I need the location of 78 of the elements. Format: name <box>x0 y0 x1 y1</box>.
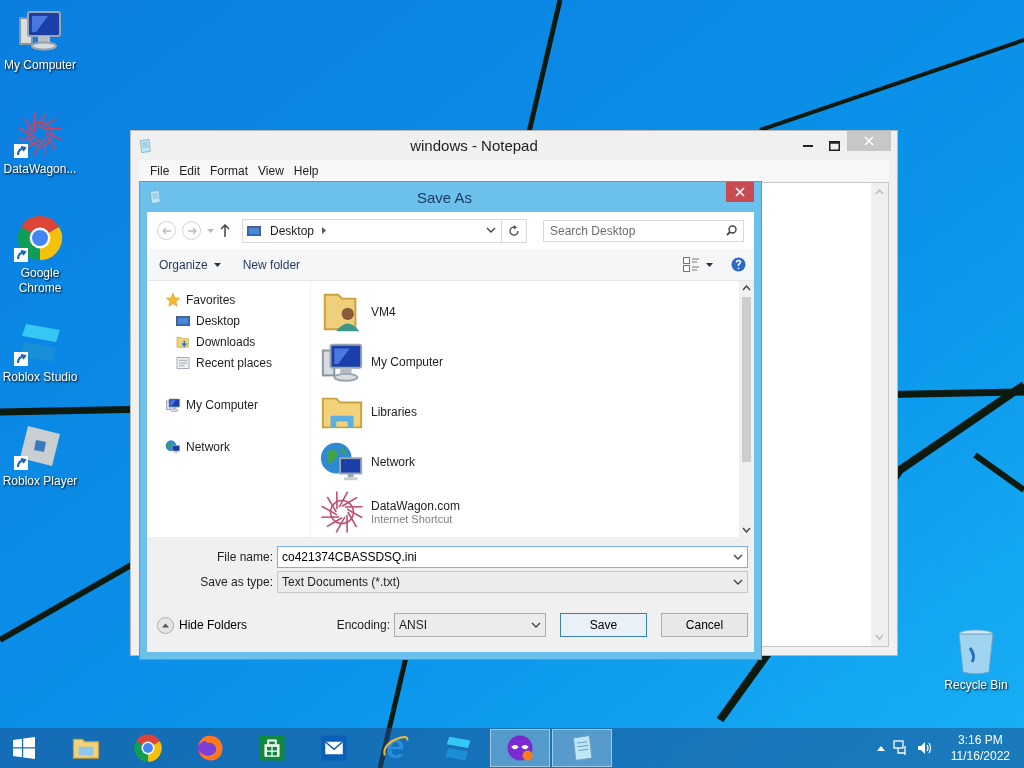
left-arrow-icon <box>161 226 172 235</box>
close-icon <box>864 136 874 146</box>
desktop-shortcut[interactable]: Roblox Player <box>0 422 80 526</box>
network-icon[interactable] <box>892 740 909 756</box>
collapse-icon <box>157 616 174 634</box>
address-bar[interactable]: Desktop <box>242 218 527 243</box>
mask-icon <box>505 733 535 763</box>
caret-icon[interactable] <box>876 745 885 751</box>
file-name-field[interactable]: co421374CBASSDSQ.ini <box>282 550 733 564</box>
maximize-icon <box>828 140 840 151</box>
starburst-icon <box>16 110 64 158</box>
minimize-icon <box>803 144 813 147</box>
scrollbar[interactable] <box>739 281 754 537</box>
organize-button[interactable]: Organize <box>155 254 225 275</box>
network-icon <box>165 438 181 455</box>
caret-icon <box>207 228 214 233</box>
menu-item[interactable]: File <box>145 162 175 180</box>
file-type-dropdown[interactable]: Text Documents (*.txt) <box>277 571 748 593</box>
nav-item[interactable]: My Computer <box>165 394 310 415</box>
nav-item[interactable]: Downloads <box>175 331 310 352</box>
help-icon[interactable] <box>731 257 746 272</box>
explorer-entry[interactable]: DataWagon.com Internet Shortcut <box>319 487 499 537</box>
file-name-combo[interactable]: co421374CBASSDSQ.ini <box>277 546 748 568</box>
field-label: Save as type: <box>199 575 274 589</box>
right-arrow-icon <box>186 226 197 235</box>
field-label: Encoding: <box>336 618 390 632</box>
explorer-entry[interactable]: Network <box>319 437 499 487</box>
explorer-entry[interactable]: VM4 <box>319 287 499 337</box>
desktop-shortcut[interactable]: DataWagon... <box>0 110 80 214</box>
cancel-button[interactable]: Cancel <box>661 613 748 637</box>
scrollbar[interactable] <box>871 183 888 646</box>
search-icon <box>726 225 737 236</box>
caret-icon <box>706 262 713 267</box>
menu-item[interactable]: Format <box>205 162 254 180</box>
nav-item[interactable]: Recent places <box>175 352 310 373</box>
speaker-icon[interactable] <box>916 740 933 756</box>
caret-icon <box>213 262 221 267</box>
four-panes-icon <box>13 737 35 759</box>
nav-item[interactable]: Favorites <box>165 289 310 310</box>
colored-ring-icon <box>16 214 64 262</box>
search-box[interactable]: Search Desktop <box>543 219 744 242</box>
taskbar-button[interactable] <box>490 729 550 767</box>
encoding-dropdown[interactable]: ANSI <box>394 613 546 637</box>
clock[interactable]: 3:16 PM 11/16/2022 <box>950 732 1010 764</box>
window-title: windows - Notepad <box>409 137 539 154</box>
explorer-entry[interactable]: Libraries <box>319 387 499 437</box>
desktop-shortcut[interactable]: Google Chrome <box>0 214 80 318</box>
menu-item[interactable]: View <box>253 162 289 180</box>
desktop-shortcut[interactable]: My Computer <box>0 6 80 110</box>
starburst-icon <box>319 489 365 535</box>
field-label: File name: <box>215 550 274 564</box>
up-arrow-icon[interactable] <box>220 224 230 237</box>
caret-icon <box>322 227 327 234</box>
star-icon <box>165 291 181 308</box>
fox-globe-icon <box>195 733 225 763</box>
close-icon <box>735 187 745 197</box>
recent-places-icon <box>175 354 191 371</box>
chevron-icon <box>531 621 541 629</box>
nav-item[interactable]: Desktop <box>175 310 310 331</box>
dialog-title: Save As <box>415 188 473 206</box>
chevron-icon <box>733 578 743 586</box>
hide-folders-button[interactable]: Hide Folders <box>157 616 248 634</box>
computer-icon <box>165 396 181 413</box>
close-button[interactable] <box>726 182 754 202</box>
explorer-entry[interactable]: My Computer <box>319 337 499 387</box>
nav-item[interactable]: Network <box>165 436 310 457</box>
menu-item[interactable]: Edit <box>174 162 206 180</box>
notepad-icon <box>137 137 153 154</box>
chevron-icon <box>486 227 496 234</box>
new-folder-button[interactable]: New folder <box>238 254 305 275</box>
refresh-icon[interactable] <box>508 224 520 237</box>
notepad-icon <box>147 189 163 205</box>
colored-ring-icon <box>133 733 163 763</box>
view-list-icon <box>683 257 700 272</box>
chevron-icon <box>733 553 743 561</box>
desktop-shortcut[interactable]: Roblox Studio <box>0 318 80 422</box>
menu-item[interactable]: Help <box>288 162 324 180</box>
save-button[interactable]: Save <box>560 613 647 637</box>
